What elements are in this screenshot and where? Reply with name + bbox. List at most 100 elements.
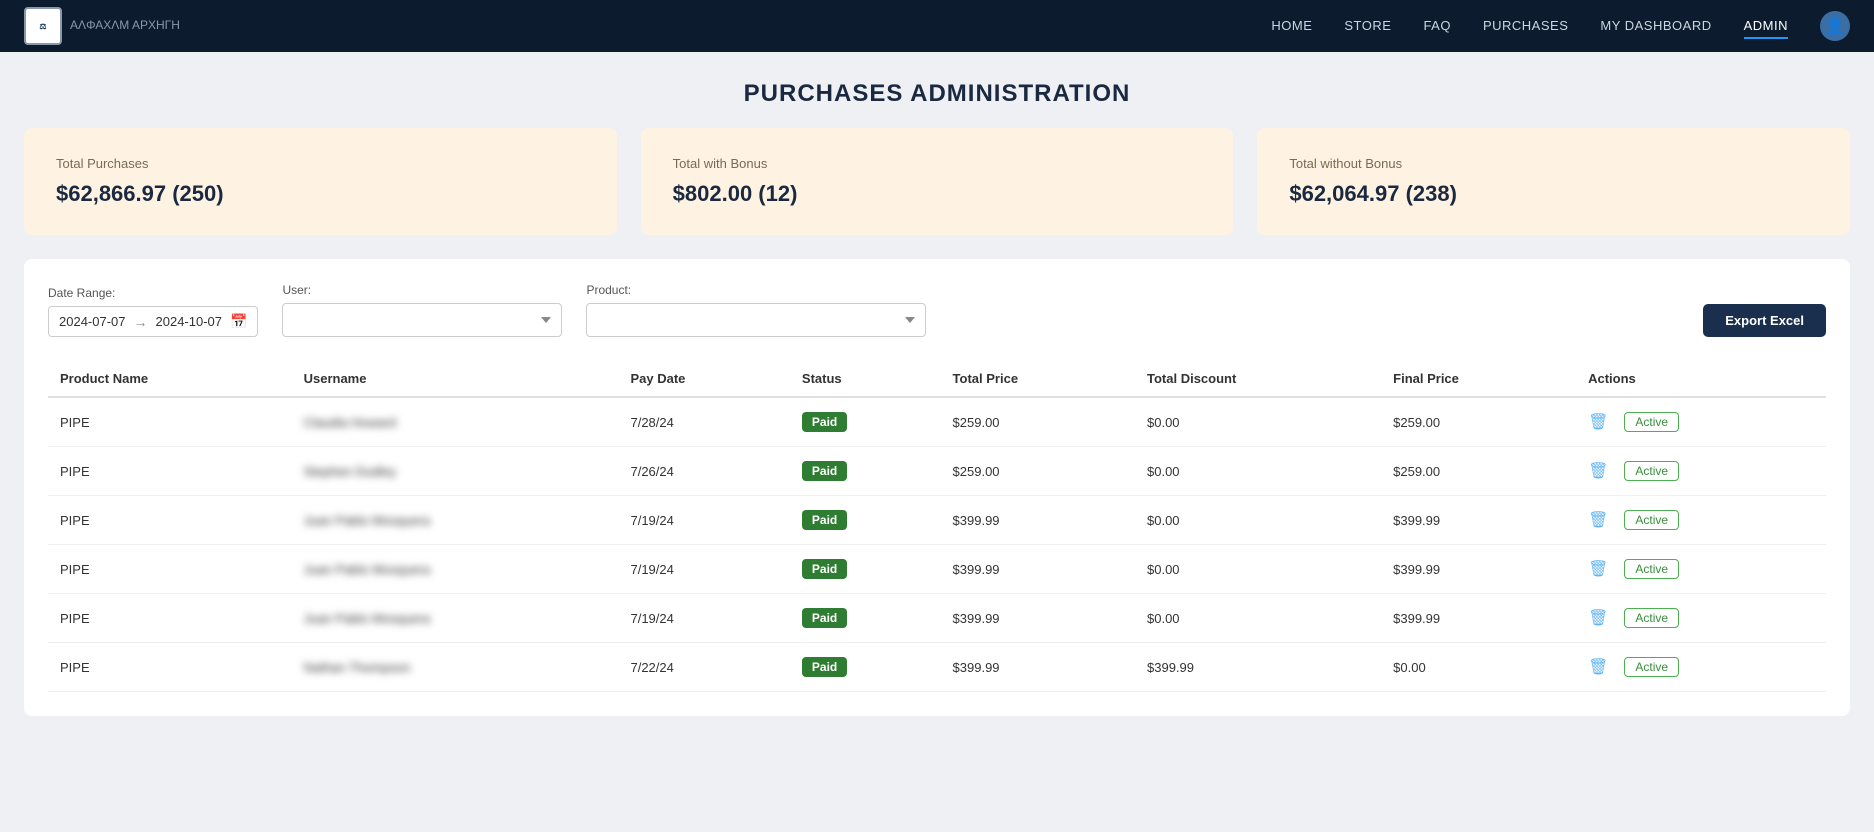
card-total-bonus-value: $802.00 (12) [673, 181, 1202, 207]
cell-pay-date: 7/19/24 [618, 594, 789, 643]
cell-product-name: PIPE [48, 545, 292, 594]
active-badge[interactable]: Active [1624, 510, 1679, 530]
nav-link-faq[interactable]: FAQ [1423, 18, 1451, 33]
col-total-discount: Total Discount [1135, 361, 1381, 397]
cell-pay-date: 7/26/24 [618, 447, 789, 496]
card-total-purchases: Total Purchases $62,866.97 (250) [24, 128, 617, 235]
delete-icon[interactable]: 🗑 [1588, 559, 1608, 579]
table-header-row: Product Name Username Pay Date Status To… [48, 361, 1826, 397]
nav-link-home[interactable]: HOME [1271, 18, 1312, 33]
date-range-label: Date Range: [48, 286, 258, 300]
actions-cell: 🗑 Active [1588, 461, 1814, 481]
card-total-with-bonus: Total with Bonus $802.00 (12) [641, 128, 1234, 235]
cell-pay-date: 7/19/24 [618, 496, 789, 545]
navbar-links: HOME STORE FAQ PURCHASES MY DASHBOARD AD… [1271, 17, 1788, 35]
cell-total-discount: $0.00 [1135, 496, 1381, 545]
col-username: Username [292, 361, 619, 397]
cell-total-discount: $0.00 [1135, 397, 1381, 447]
col-pay-date: Pay Date [618, 361, 789, 397]
cell-status: Paid [790, 447, 941, 496]
col-product-name: Product Name [48, 361, 292, 397]
nav-item-dashboard[interactable]: MY DASHBOARD [1600, 17, 1711, 35]
cell-total-price: $399.99 [941, 643, 1135, 692]
status-badge: Paid [802, 657, 847, 677]
cell-total-discount: $399.99 [1135, 643, 1381, 692]
cell-actions: 🗑 Active [1576, 496, 1826, 545]
calendar-icon[interactable]: 📅 [230, 313, 247, 330]
col-actions: Actions [1576, 361, 1826, 397]
nav-item-purchases[interactable]: PURCHASES [1483, 17, 1568, 35]
active-badge[interactable]: Active [1624, 461, 1679, 481]
actions-cell: 🗑 Active [1588, 412, 1814, 432]
cell-total-price: $399.99 [941, 496, 1135, 545]
nav-item-admin[interactable]: ADMIN [1744, 17, 1788, 35]
active-badge[interactable]: Active [1624, 412, 1679, 432]
date-range-filter: Date Range: 2024-07-07 → 2024-10-07 📅 [48, 286, 258, 337]
active-badge[interactable]: Active [1624, 657, 1679, 677]
cell-total-discount: $0.00 [1135, 594, 1381, 643]
navbar-logo: ⚖ ΑΛΦΑΧΛΜ ΑΡΧΗΓΗ [24, 7, 180, 45]
cell-total-price: $259.00 [941, 397, 1135, 447]
active-badge[interactable]: Active [1624, 559, 1679, 579]
status-badge: Paid [802, 412, 847, 432]
export-excel-button[interactable]: Export Excel [1703, 304, 1826, 337]
cell-actions: 🗑 Active [1576, 594, 1826, 643]
nav-link-admin[interactable]: ADMIN [1744, 18, 1788, 39]
user-select[interactable] [282, 303, 562, 337]
cell-pay-date: 7/19/24 [618, 545, 789, 594]
nav-item-store[interactable]: STORE [1344, 17, 1391, 35]
cell-status: Paid [790, 643, 941, 692]
status-badge: Paid [802, 608, 847, 628]
delete-icon[interactable]: 🗑 [1588, 510, 1608, 530]
table-row: PIPE Claudia Howard 7/28/24 Paid $259.00… [48, 397, 1826, 447]
cell-username: Claudia Howard [292, 397, 619, 447]
cell-final-price: $399.99 [1381, 496, 1576, 545]
page-title-section: PURCHASES ADMINISTRATION [0, 52, 1874, 128]
card-total-without-bonus: Total without Bonus $62,064.97 (238) [1257, 128, 1850, 235]
actions-cell: 🗑 Active [1588, 657, 1814, 677]
nav-link-purchases[interactable]: PURCHASES [1483, 18, 1568, 33]
cell-pay-date: 7/22/24 [618, 643, 789, 692]
cell-status: Paid [790, 496, 941, 545]
table-row: PIPE Nathan Thompson 7/22/24 Paid $399.9… [48, 643, 1826, 692]
delete-icon[interactable]: 🗑 [1588, 412, 1608, 432]
purchases-table: Product Name Username Pay Date Status To… [48, 361, 1826, 692]
filters-row: Date Range: 2024-07-07 → 2024-10-07 📅 Us… [48, 283, 1826, 337]
main-content: Date Range: 2024-07-07 → 2024-10-07 📅 Us… [24, 259, 1850, 716]
cell-total-price: $399.99 [941, 545, 1135, 594]
col-total-price: Total Price [941, 361, 1135, 397]
user-filter: User: [282, 283, 562, 337]
cell-total-price: $259.00 [941, 447, 1135, 496]
cell-total-price: $399.99 [941, 594, 1135, 643]
date-range-inputs[interactable]: 2024-07-07 → 2024-10-07 📅 [48, 306, 258, 337]
cell-username: Juan Pablo Mosquera [292, 594, 619, 643]
delete-icon[interactable]: 🗑 [1588, 461, 1608, 481]
cell-total-discount: $0.00 [1135, 545, 1381, 594]
status-badge: Paid [802, 559, 847, 579]
active-badge[interactable]: Active [1624, 608, 1679, 628]
cell-product-name: PIPE [48, 643, 292, 692]
product-filter-label: Product: [586, 283, 926, 297]
product-select[interactable] [586, 303, 926, 337]
cell-product-name: PIPE [48, 496, 292, 545]
nav-link-dashboard[interactable]: MY DASHBOARD [1600, 18, 1711, 33]
nav-item-home[interactable]: HOME [1271, 17, 1312, 35]
nav-link-store[interactable]: STORE [1344, 18, 1391, 33]
status-badge: Paid [802, 510, 847, 530]
navbar: ⚖ ΑΛΦΑΧΛΜ ΑΡΧΗΓΗ HOME STORE FAQ PURCHASE… [0, 0, 1874, 52]
cell-product-name: PIPE [48, 594, 292, 643]
page-title: PURCHASES ADMINISTRATION [0, 80, 1874, 108]
cell-final-price: $399.99 [1381, 545, 1576, 594]
delete-icon[interactable]: 🗑 [1588, 657, 1608, 677]
cell-final-price: $259.00 [1381, 447, 1576, 496]
cell-actions: 🗑 Active [1576, 545, 1826, 594]
cell-status: Paid [790, 594, 941, 643]
delete-icon[interactable]: 🗑 [1588, 608, 1608, 628]
cell-status: Paid [790, 545, 941, 594]
actions-cell: 🗑 Active [1588, 510, 1814, 530]
table-row: PIPE Juan Pablo Mosquera 7/19/24 Paid $3… [48, 545, 1826, 594]
card-total-purchases-label: Total Purchases [56, 156, 585, 171]
user-avatar[interactable]: 👤 [1820, 11, 1850, 41]
cell-product-name: PIPE [48, 397, 292, 447]
nav-item-faq[interactable]: FAQ [1423, 17, 1451, 35]
